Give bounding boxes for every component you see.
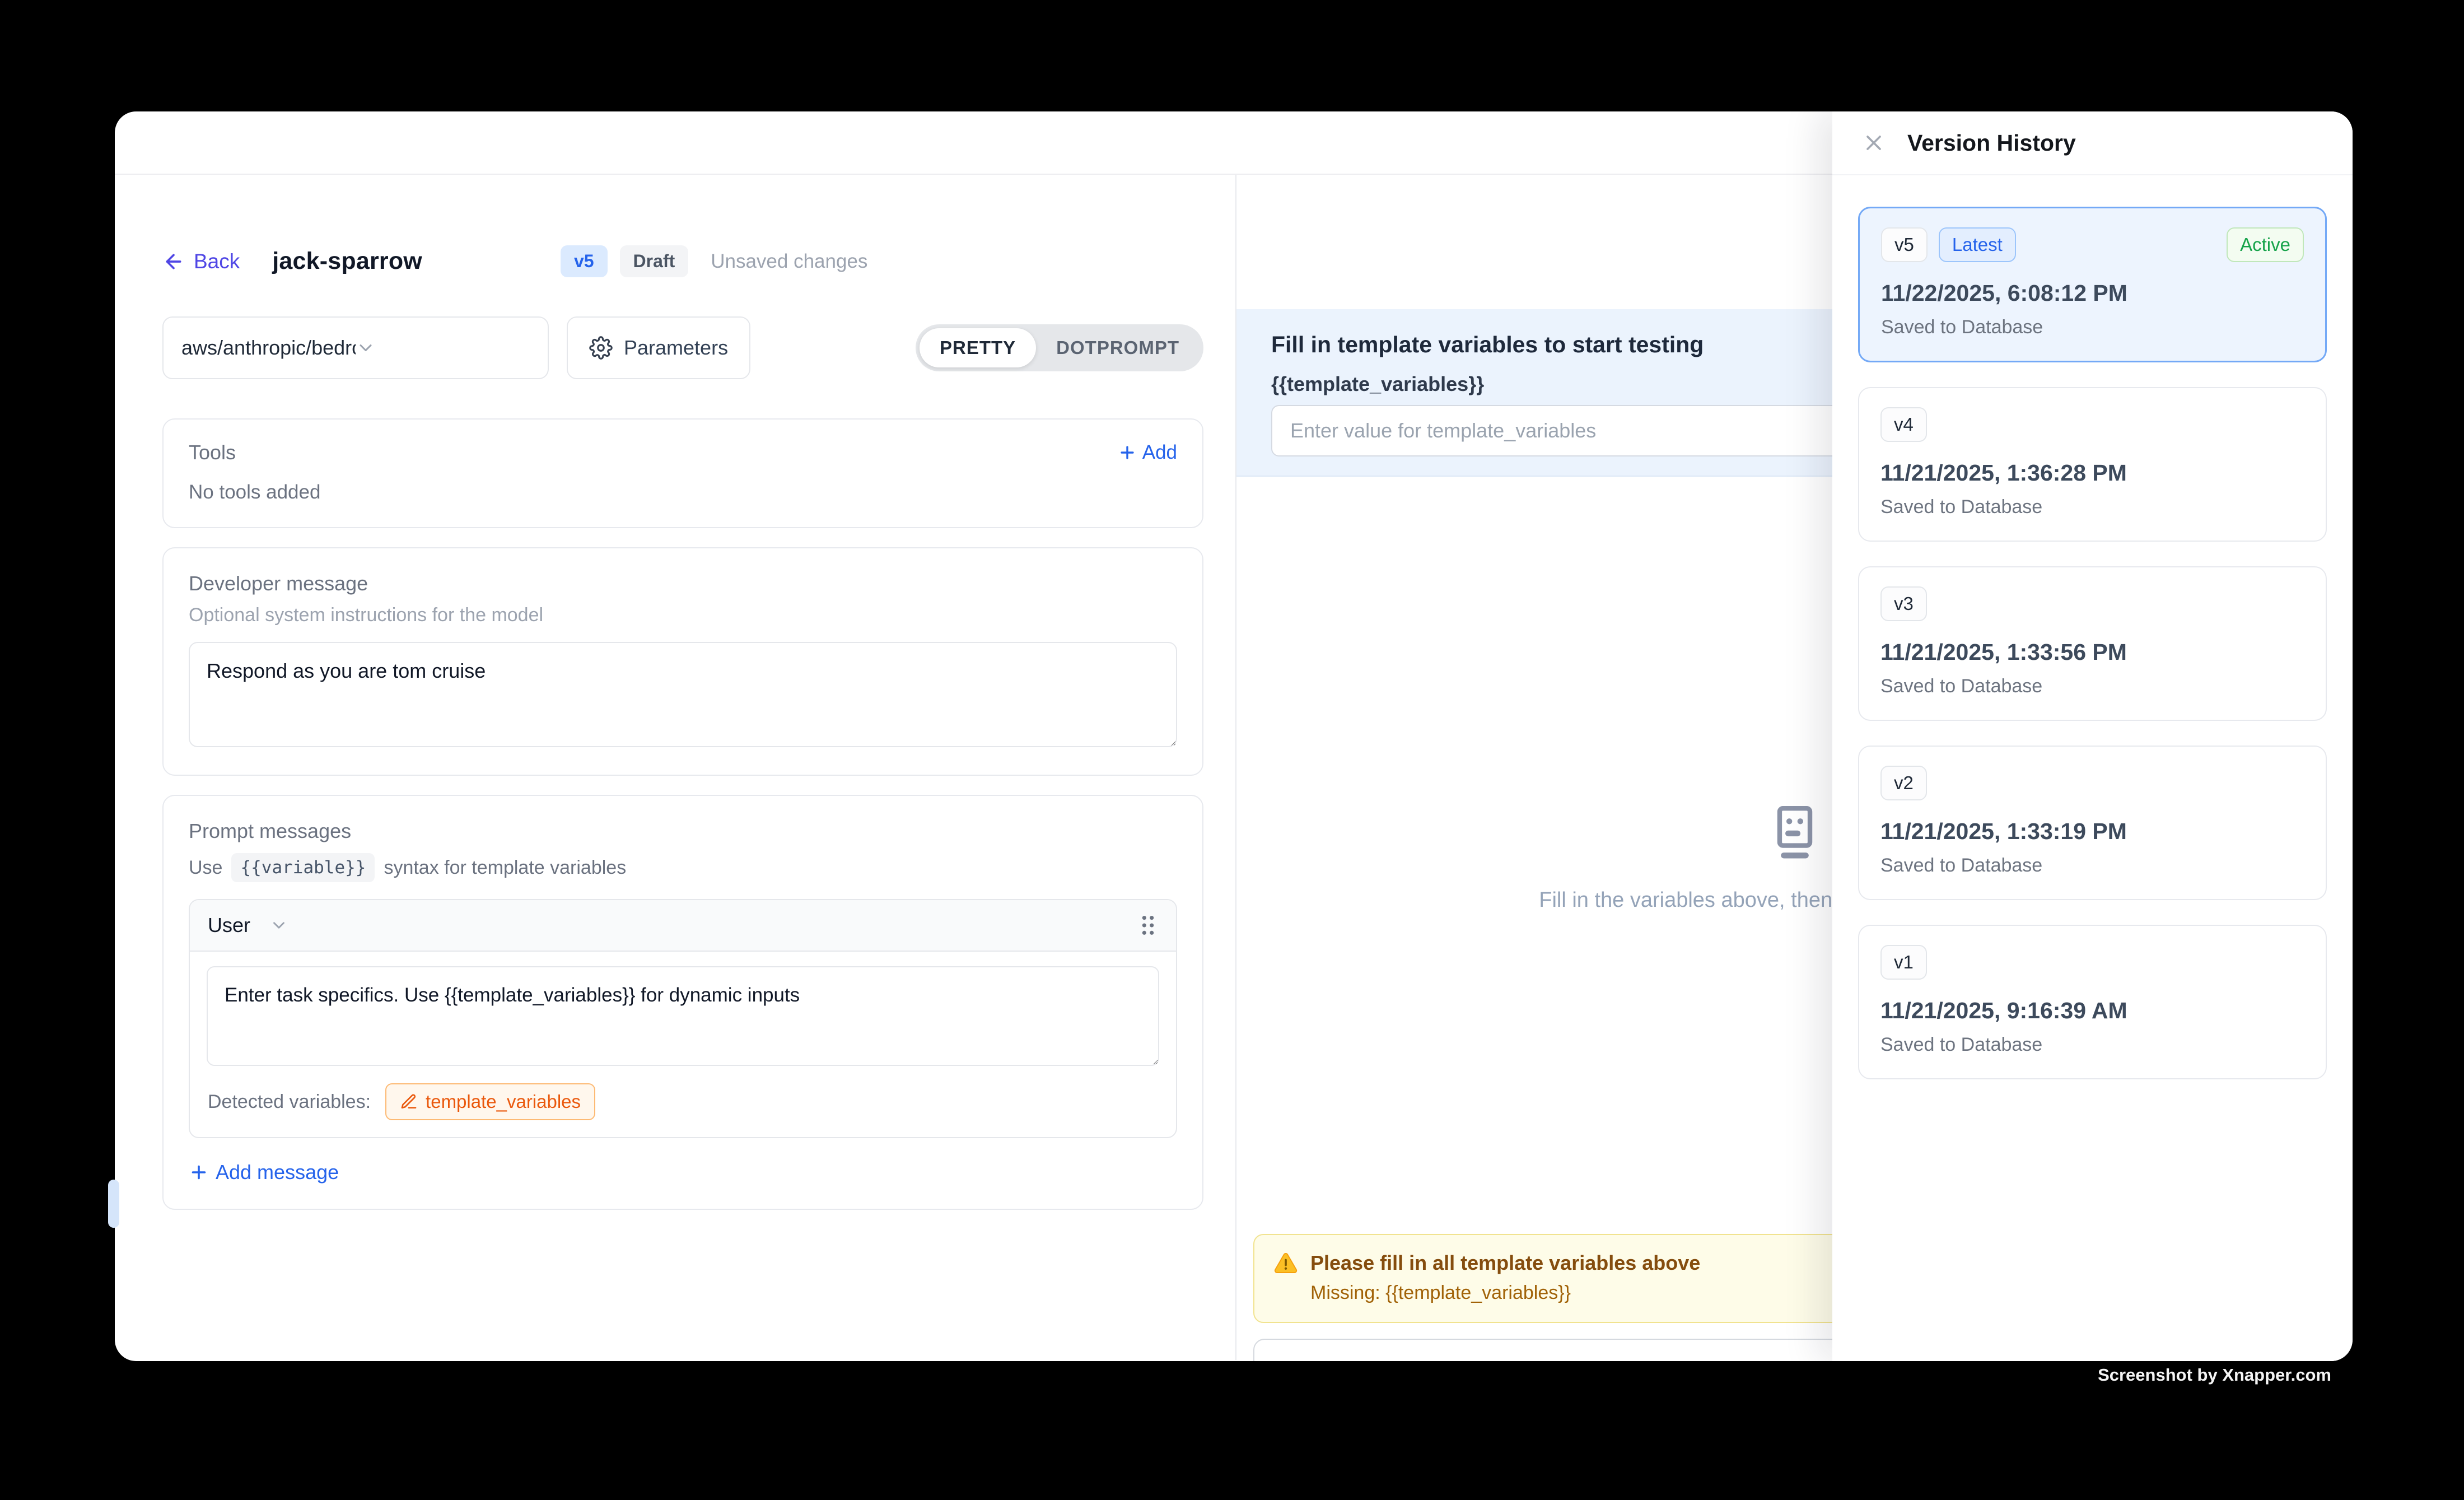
detected-variables-row: Detected variables: template_variables bbox=[190, 1074, 1176, 1137]
parameters-label: Parameters bbox=[624, 336, 728, 360]
gear-icon bbox=[589, 336, 613, 360]
version-status: Saved to Database bbox=[1880, 496, 2304, 518]
plus-icon bbox=[1118, 443, 1137, 462]
back-label: Back bbox=[194, 250, 240, 273]
variable-syntax-chip: {{variable}} bbox=[231, 853, 375, 882]
chevron-down-icon bbox=[356, 338, 530, 358]
role-selector-value: User bbox=[208, 914, 250, 937]
no-tools-text: No tools added bbox=[189, 481, 1177, 504]
prompt-editor-column: Back jack-sparrow v5 Draft Unsaved chang… bbox=[115, 175, 1236, 1360]
template-syntax-hint: Use {{variable}} syntax for template var… bbox=[189, 853, 1177, 882]
unsaved-changes-text: Unsaved changes bbox=[711, 250, 867, 273]
page-title: jack-sparrow bbox=[272, 248, 422, 275]
version-list: v5 Latest Active 11/22/2025, 6:08:12 PM … bbox=[1832, 175, 2353, 1079]
detected-variables-label: Detected variables: bbox=[208, 1091, 371, 1113]
version-timestamp: 11/21/2025, 1:33:19 PM bbox=[1880, 818, 2304, 845]
active-badge: Active bbox=[2227, 227, 2304, 262]
model-selector[interactable]: aws/anthropic/bedrock-claude-3-5-s... bbox=[162, 316, 549, 379]
draft-badge: Draft bbox=[620, 245, 689, 277]
toggle-pretty[interactable]: PRETTY bbox=[920, 328, 1036, 367]
model-selector-value: aws/anthropic/bedrock-claude-3-5-s... bbox=[181, 336, 356, 360]
version-card-v3[interactable]: v3 11/21/2025, 1:33:56 PM Saved to Datab… bbox=[1858, 566, 2327, 721]
app-window: Back jack-sparrow v5 Draft Unsaved chang… bbox=[115, 111, 2353, 1361]
tools-card: Tools Add No tools added bbox=[162, 418, 1203, 528]
pencil-icon bbox=[400, 1093, 418, 1111]
warning-triangle-icon bbox=[1273, 1251, 1298, 1275]
add-tool-button[interactable]: Add bbox=[1118, 441, 1177, 464]
version-timestamp: 11/21/2025, 1:33:56 PM bbox=[1880, 639, 2304, 665]
version-timestamp: 11/22/2025, 6:08:12 PM bbox=[1881, 280, 2304, 306]
version-status: Saved to Database bbox=[1880, 676, 2304, 697]
template-variable-chip[interactable]: template_variables bbox=[385, 1083, 595, 1120]
parameters-button[interactable]: Parameters bbox=[567, 316, 750, 379]
close-icon[interactable] bbox=[1861, 131, 1886, 155]
drag-handle-icon[interactable] bbox=[1138, 914, 1158, 937]
version-status: Saved to Database bbox=[1880, 1034, 2304, 1056]
version-badge: v5 bbox=[561, 245, 608, 277]
back-button[interactable]: Back bbox=[162, 250, 240, 273]
prompt-messages-title: Prompt messages bbox=[189, 819, 1177, 843]
prompt-message-block: User Enter task specifics. Use {{templat… bbox=[189, 899, 1177, 1138]
version-card-v1[interactable]: v1 11/21/2025, 9:16:39 AM Saved to Datab… bbox=[1858, 925, 2327, 1079]
version-card-v5[interactable]: v5 Latest Active 11/22/2025, 6:08:12 PM … bbox=[1858, 207, 2327, 362]
developer-message-subtitle: Optional system instructions for the mod… bbox=[189, 604, 1177, 626]
version-chip: v3 bbox=[1880, 586, 1927, 621]
message-role-header: User bbox=[190, 900, 1176, 952]
bot-icon bbox=[1762, 799, 1828, 865]
message-content-textarea[interactable]: Enter task specifics. Use {{template_var… bbox=[207, 966, 1159, 1066]
watermark-text: Screenshot by Xnapper.com bbox=[2098, 1365, 2331, 1385]
developer-message-textarea[interactable]: Respond as you are tom cruise bbox=[189, 642, 1177, 747]
version-history-header: Version History bbox=[1832, 111, 2353, 175]
version-timestamp: 11/21/2025, 9:16:39 AM bbox=[1880, 998, 2304, 1024]
version-history-panel: Version History v5 Latest Active 11/22/2… bbox=[1832, 111, 2353, 1361]
version-status: Saved to Database bbox=[1881, 316, 2304, 338]
format-toggle: PRETTY DOTPROMPT bbox=[916, 324, 1203, 371]
breadcrumb: Back jack-sparrow v5 Draft Unsaved chang… bbox=[162, 245, 1203, 277]
toggle-dotprompt[interactable]: DOTPROMPT bbox=[1036, 328, 1200, 367]
warning-title: Please fill in all template variables ab… bbox=[1310, 1251, 1700, 1275]
version-history-title: Version History bbox=[1907, 130, 2076, 156]
chevron-down-icon bbox=[269, 916, 288, 935]
version-chip: v5 bbox=[1881, 227, 1928, 262]
edge-toast-sliver bbox=[108, 1180, 119, 1228]
version-chip: v4 bbox=[1880, 407, 1927, 442]
latest-badge: Latest bbox=[1939, 227, 2016, 262]
plus-icon bbox=[189, 1162, 209, 1182]
developer-message-card: Developer message Optional system instru… bbox=[162, 547, 1203, 776]
version-card-v2[interactable]: v2 11/21/2025, 1:33:19 PM Saved to Datab… bbox=[1858, 746, 2327, 900]
developer-message-title: Developer message bbox=[189, 572, 1177, 595]
role-selector[interactable]: User bbox=[208, 914, 288, 937]
add-message-button[interactable]: Add message bbox=[189, 1161, 1177, 1184]
version-status: Saved to Database bbox=[1880, 855, 2304, 877]
back-arrow-icon bbox=[162, 250, 185, 273]
version-timestamp: 11/21/2025, 1:36:28 PM bbox=[1880, 460, 2304, 486]
tools-title: Tools bbox=[189, 441, 236, 464]
version-chip: v1 bbox=[1880, 945, 1927, 980]
version-card-v4[interactable]: v4 11/21/2025, 1:36:28 PM Saved to Datab… bbox=[1858, 387, 2327, 542]
version-chip: v2 bbox=[1880, 766, 1927, 800]
prompt-messages-card: Prompt messages Use {{variable}} syntax … bbox=[162, 795, 1203, 1210]
editor-toolbar: aws/anthropic/bedrock-claude-3-5-s... Pa… bbox=[162, 316, 1203, 379]
